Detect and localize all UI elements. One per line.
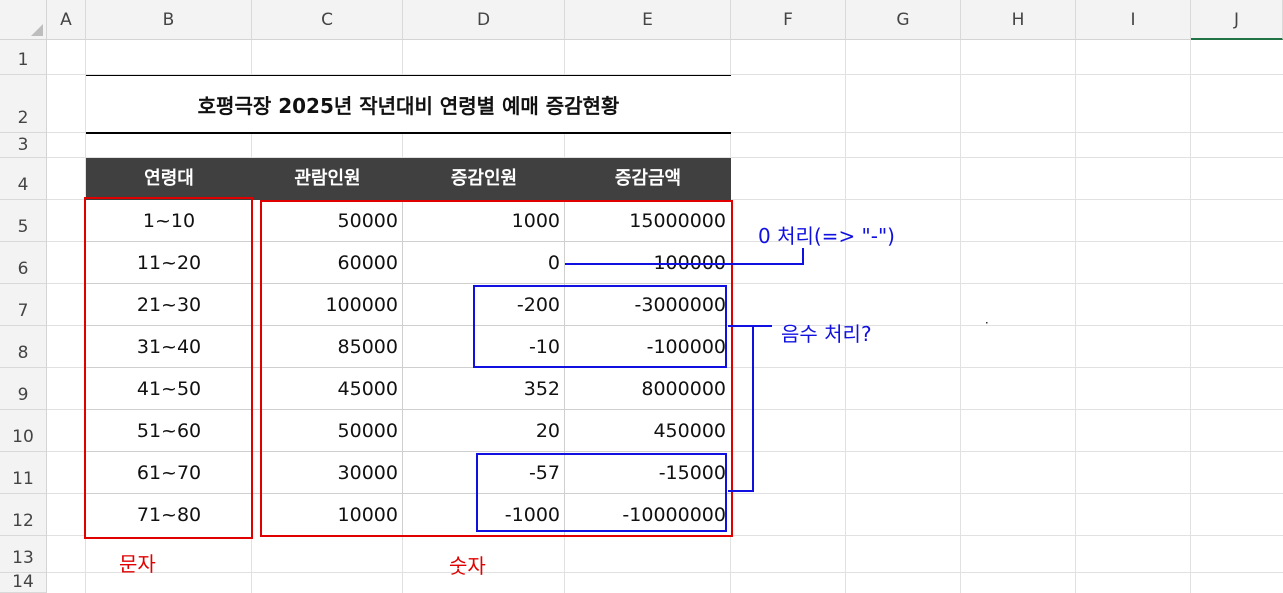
stray-dot [986, 322, 988, 324]
text-label-annotation: 문자 [119, 552, 156, 576]
negative-handling-note: 음수 처리? [781, 322, 872, 346]
zero-note-connector [565, 248, 804, 265]
zero-handling-note: 0 처리(=> "-") [758, 224, 895, 248]
negative-bracket [728, 325, 754, 492]
number-label-annotation: 숫자 [449, 554, 486, 578]
annotation-connectors [565, 248, 988, 492]
